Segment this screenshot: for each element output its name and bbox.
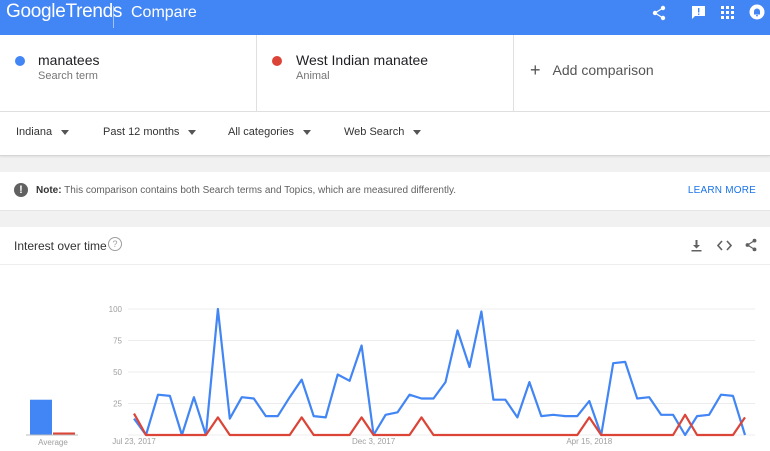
logo-google: Google bbox=[6, 1, 66, 22]
note-message: Note: This comparison contains both Sear… bbox=[36, 185, 456, 196]
header-divider bbox=[113, 6, 114, 28]
y-tick-label: 50 bbox=[113, 368, 122, 377]
x-tick-label: Dec 3, 2017 bbox=[352, 437, 396, 446]
series-line-west-indian-manatee[interactable] bbox=[133, 413, 746, 437]
average-label: Average bbox=[38, 438, 68, 447]
add-comparison-button[interactable]: + Add comparison bbox=[530, 59, 654, 80]
term-name: manatees bbox=[38, 52, 100, 68]
term-card-west-indian-manatee[interactable]: West Indian manatee Animal bbox=[257, 35, 513, 111]
page-title: Compare bbox=[131, 4, 197, 21]
time-range-dropdown[interactable]: Past 12 months bbox=[103, 126, 197, 138]
term-card-manatees[interactable]: manatees Search term bbox=[0, 35, 256, 111]
category-value: All categories bbox=[228, 126, 295, 138]
chevron-down-icon bbox=[413, 129, 422, 135]
add-comparison-label: Add comparison bbox=[552, 62, 654, 78]
google-trends-logo[interactable]: GoogleTrends bbox=[6, 1, 122, 23]
x-tick-label: Jul 23, 2017 bbox=[112, 437, 156, 446]
interest-over-time-chart: 25 50 75 100 Jul 23, 2017 Dec 3, 2017 Apr 15,… bbox=[26, 305, 755, 447]
info-icon: ! bbox=[14, 183, 28, 197]
comparison-terms: manatees Search term West Indian manatee… bbox=[0, 35, 770, 112]
app-header: GoogleTrends Compare bbox=[0, 0, 770, 35]
term-divider bbox=[513, 35, 514, 111]
chevron-down-icon bbox=[188, 129, 197, 135]
share-icon[interactable] bbox=[651, 5, 667, 21]
note-label: Note: bbox=[36, 185, 62, 196]
average-bar-manatees[interactable] bbox=[30, 399, 52, 435]
apps-icon[interactable] bbox=[721, 6, 734, 19]
region-dropdown[interactable]: Indiana bbox=[16, 126, 70, 138]
term-name: West Indian manatee bbox=[296, 52, 429, 68]
search-property-dropdown[interactable]: Web Search bbox=[344, 126, 422, 138]
category-dropdown[interactable]: All categories bbox=[228, 126, 312, 138]
learn-more-link[interactable]: LEARN MORE bbox=[688, 185, 756, 196]
y-tick-label: 75 bbox=[113, 337, 122, 346]
term-type: Search term bbox=[38, 70, 98, 82]
note-text: This comparison contains both Search ter… bbox=[64, 185, 457, 196]
search-property-value: Web Search bbox=[344, 126, 405, 138]
feedback-icon[interactable] bbox=[691, 5, 706, 20]
plus-icon: + bbox=[530, 60, 541, 80]
chevron-down-icon bbox=[61, 129, 70, 135]
region-value: Indiana bbox=[16, 126, 53, 138]
interest-over-time-panel: Interest over time ? 25 50 75 100 Jul 23, 2… bbox=[0, 227, 770, 451]
note-banner: ! Note: This comparison contains both Se… bbox=[0, 172, 770, 211]
x-tick-label: Apr 15, 2018 bbox=[566, 437, 612, 446]
filter-bar: Indiana Past 12 months All categories We… bbox=[0, 112, 770, 156]
term-divider bbox=[256, 35, 257, 111]
notifications-icon[interactable] bbox=[749, 4, 765, 20]
term-type: Animal bbox=[296, 70, 330, 82]
y-tick-label: 25 bbox=[113, 400, 122, 409]
time-range-value: Past 12 months bbox=[103, 126, 180, 138]
chevron-down-icon bbox=[303, 129, 312, 135]
y-tick-label: 100 bbox=[109, 305, 123, 314]
series-color-dot bbox=[272, 56, 282, 66]
series-color-dot bbox=[15, 56, 25, 66]
